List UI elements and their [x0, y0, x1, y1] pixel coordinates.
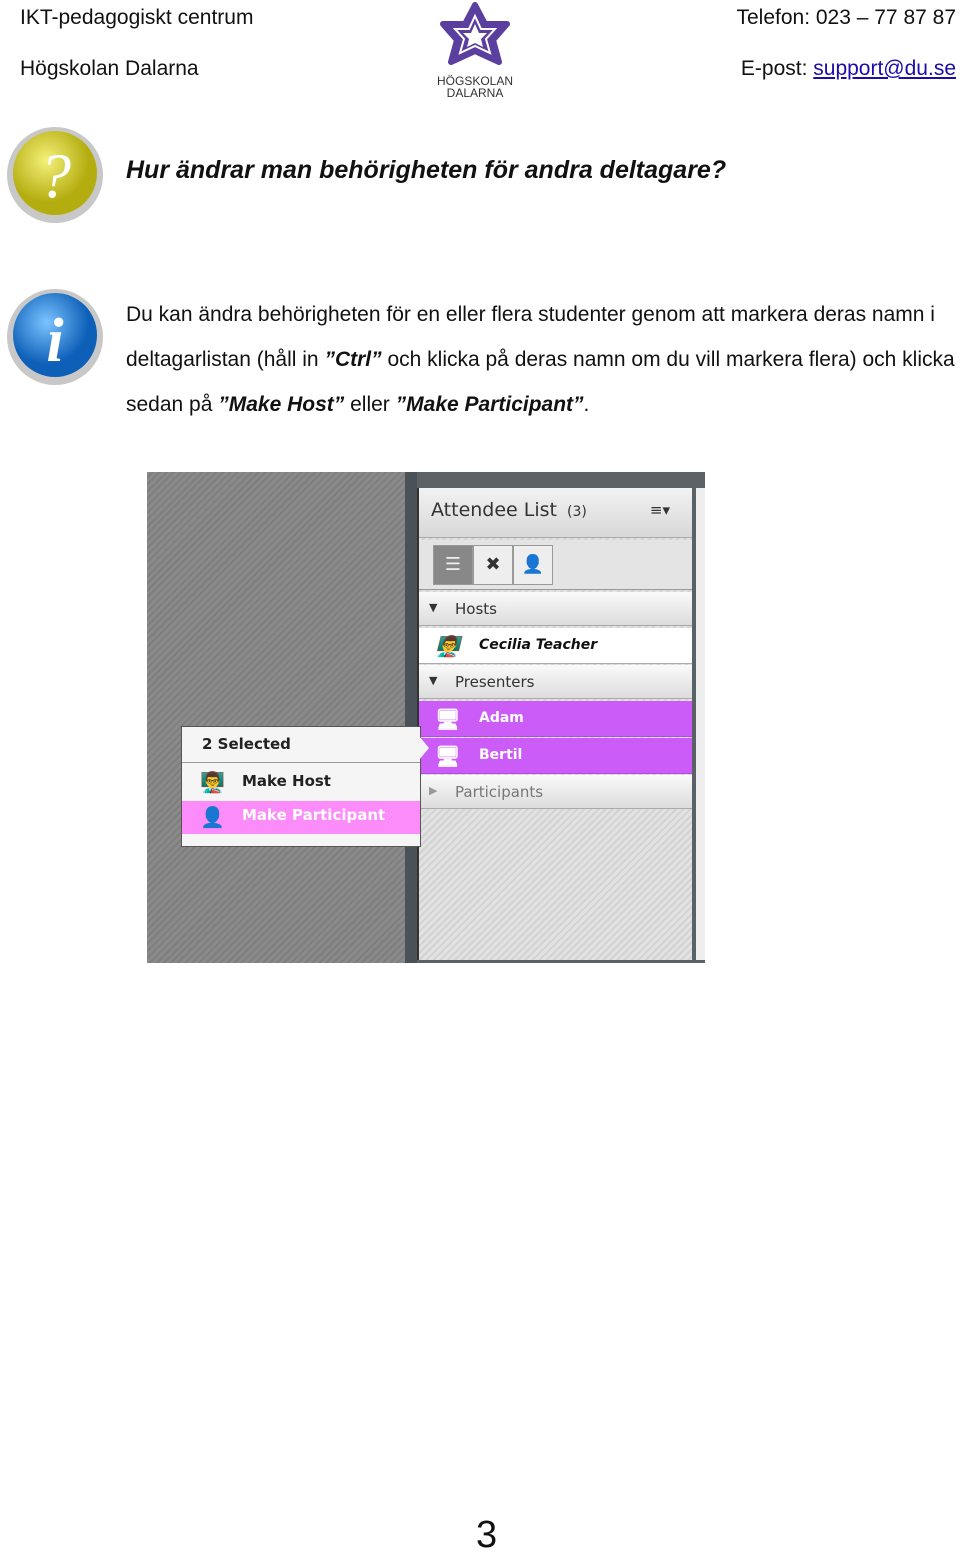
attendee-name: Cecilia Teacher [479, 637, 598, 653]
attendee-list-screenshot: Attendee List (3) ≡▾ ☰ ✖ 👤 ▼ Hosts 👨‍🏫 Cecil… [147, 472, 705, 963]
ctrl-key: ”Ctrl” [324, 348, 382, 371]
text: eller [344, 393, 396, 416]
question-heading: Hur ändrar man behörigheten för andra de… [126, 156, 727, 184]
document-page: IKT-pedagogiskt centrum Högskolan Dalarn… [0, 0, 960, 1554]
section-participants[interactable]: ▶ Participants [419, 775, 692, 809]
presenter-user-icon: 🖥 [435, 707, 461, 731]
header-org: IKT-pedagogiskt centrum [20, 6, 254, 29]
menu-label: Make Host [242, 772, 331, 790]
make-host-menu-item[interactable]: 👨‍🏫 Make Host [182, 763, 420, 801]
selection-count: 2 Selected [182, 727, 420, 763]
attendee-panel: Attendee List (3) ≡▾ ☰ ✖ 👤 ▼ Hosts 👨‍🏫 Cecil… [417, 488, 692, 960]
svg-text:i: i [46, 307, 63, 375]
expanded-icon: ▼ [429, 674, 438, 687]
status-view-icon[interactable]: 👤 [513, 545, 553, 585]
expanded-icon: ▼ [429, 601, 438, 614]
header-phone: Telefon: 023 – 77 87 87 [736, 6, 956, 29]
logo-text: HÖGSKOLAN DALARNA [436, 74, 514, 100]
star-logo-icon [440, 2, 510, 65]
info-icon: i [5, 287, 105, 392]
right-panel-edge [696, 488, 705, 960]
section-label: Presenters [455, 673, 535, 691]
section-label: Hosts [455, 600, 497, 618]
make-host-ref: ”Make Host” [218, 393, 345, 416]
breakout-view-icon[interactable]: ✖ [473, 545, 513, 585]
svg-text:?: ? [39, 140, 71, 211]
school-logo: HÖGSKOLAN DALARNA [435, 2, 515, 100]
host-user-icon: 👨‍🏫 [200, 770, 225, 794]
attendee-adam[interactable]: 🖥 Adam [419, 701, 692, 737]
attendee-bertil[interactable]: 🖥 Bertil [419, 738, 692, 774]
menu-label: Make Participant [242, 806, 386, 824]
instruction-paragraph: Du kan ändra behörigheten för en eller f… [126, 292, 956, 427]
attendee-count: (3) [567, 504, 587, 520]
selection-context-menu: 2 Selected 👨‍🏫 Make Host 👤 Make Participan… [181, 726, 421, 847]
header-email: E-post: support@du.se [741, 57, 956, 81]
attendee-name: Bertil [479, 747, 523, 763]
participant-user-icon: 👤 [200, 805, 225, 829]
panel-menu-icon[interactable]: ≡▾ [650, 501, 670, 519]
section-presenters[interactable]: ▼ Presenters [419, 665, 692, 699]
attendee-cecilia[interactable]: 👨‍🏫 Cecilia Teacher [419, 628, 692, 664]
email-label: E-post: [740, 57, 814, 80]
make-participant-menu-item[interactable]: 👤 Make Participant [182, 801, 420, 834]
panel-title: Attendee List [431, 499, 557, 521]
presenter-user-icon: 🖥 [435, 744, 461, 768]
section-label: Participants [455, 783, 544, 801]
page-number: 3 [476, 1514, 498, 1554]
header-school: Högskolan Dalarna [20, 57, 199, 80]
panel-header: Attendee List (3) ≡▾ [419, 488, 692, 538]
section-hosts[interactable]: ▼ Hosts [419, 592, 692, 626]
divider [405, 472, 417, 963]
collapsed-icon: ▶ [429, 784, 438, 797]
text: . [583, 393, 590, 416]
list-view-icon[interactable]: ☰ [433, 545, 473, 585]
make-participant-ref: ”Make Participant” [395, 393, 584, 416]
email-link[interactable]: support@du.se [813, 57, 956, 80]
question-icon: ? [5, 125, 105, 230]
host-user-icon: 👨‍🏫 [435, 634, 460, 658]
popup-pointer [419, 736, 429, 760]
attendee-name: Adam [479, 710, 524, 726]
view-toolbar: ☰ ✖ 👤 [419, 540, 692, 590]
